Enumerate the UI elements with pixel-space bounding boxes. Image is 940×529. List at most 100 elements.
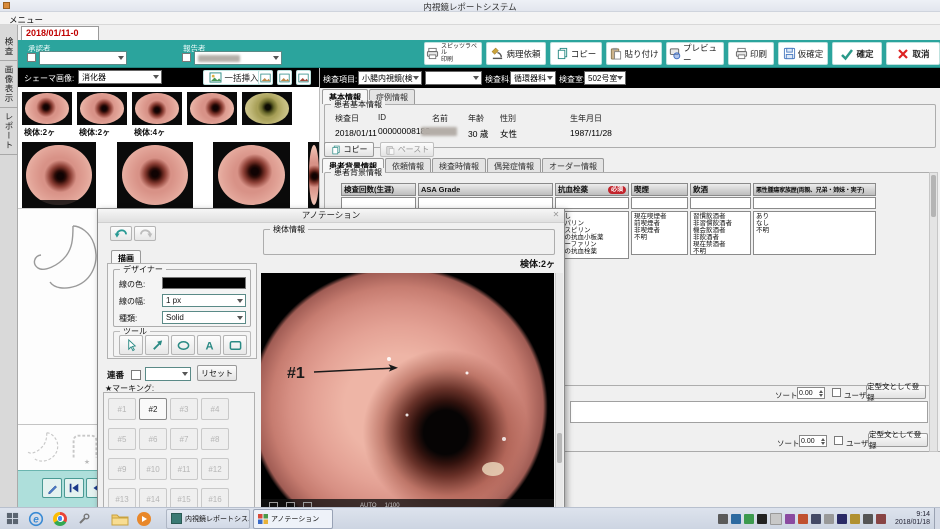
image-tool-button-2[interactable] (277, 70, 292, 85)
list-item[interactable]: 非習慣飲酒者 (693, 220, 748, 227)
spinner-arrows-icon[interactable] (821, 438, 825, 445)
exam-dept-select[interactable]: 循環器科 (510, 71, 556, 85)
tray-icon[interactable] (744, 514, 754, 524)
first-image-button[interactable] (64, 478, 84, 498)
side-tab[interactable]: 画像表示 (0, 61, 18, 108)
register-template-button[interactable]: 定型文として登録 (866, 385, 926, 399)
detail-tab[interactable]: 偶発症情報 (487, 158, 541, 173)
image-scrollbar[interactable] (555, 273, 563, 513)
scrollbar-thumb[interactable] (557, 433, 562, 463)
scrollbar-thumb[interactable] (931, 175, 936, 217)
line-color-swatch[interactable] (162, 277, 246, 289)
print-button[interactable]: 印刷 (728, 42, 774, 65)
register-template-button[interactable]: 定型文として登録 (868, 433, 928, 447)
list-item[interactable]: 不明 (693, 248, 748, 255)
user-only-checkbox[interactable] (834, 436, 843, 445)
column-filter-input[interactable] (631, 197, 688, 209)
tray-icon[interactable] (718, 514, 728, 524)
tray-icon[interactable] (785, 514, 795, 524)
sequence-select[interactable] (145, 367, 191, 381)
list-item[interactable]: アスピリン (558, 227, 626, 234)
marker-button[interactable]: #1 (108, 398, 136, 420)
list-item[interactable]: ワーファリン (558, 241, 626, 248)
arrow-tool-button[interactable] (145, 335, 169, 355)
list-item[interactable]: 習慣飲酒者 (693, 213, 748, 220)
sort-order-spinner[interactable]: 0.00 (799, 435, 827, 447)
paste-section-button[interactable]: ペースト (380, 142, 434, 157)
template-text-input[interactable] (570, 401, 928, 423)
line-width-select[interactable]: 1 px (162, 294, 246, 307)
document-tab[interactable]: 2018/01/11-0 (21, 26, 99, 40)
tray-icon[interactable] (837, 514, 847, 524)
list-item[interactable]: 前喫煙者 (634, 220, 685, 227)
select-tool-button[interactable] (119, 335, 143, 355)
rectangle-tool-button[interactable] (223, 335, 247, 355)
sort-order-spinner[interactable]: 0.00 (797, 387, 825, 399)
marker-button[interactable]: #10 (139, 458, 167, 480)
tray-icon[interactable] (731, 514, 741, 524)
list-item[interactable]: なし (756, 220, 873, 227)
taskbar-app-report[interactable]: 内視鏡レポートシス... (166, 509, 250, 529)
chrome-icon[interactable] (48, 509, 72, 529)
list-item[interactable]: 現在喫煙者 (634, 213, 685, 220)
thumbnail-endoscopy-2[interactable] (77, 92, 127, 125)
tray-icon[interactable] (770, 513, 782, 525)
tray-icon[interactable] (850, 514, 860, 524)
internet-explorer-icon[interactable]: e (24, 509, 48, 529)
tray-icon[interactable] (863, 514, 873, 524)
user-only-checkbox[interactable] (832, 388, 841, 397)
gallery-endoscopy-3[interactable] (213, 142, 290, 208)
list-item[interactable]: 現在禁酒者 (693, 241, 748, 248)
list-item[interactable]: 他の抗血小板薬 (558, 234, 626, 241)
reporter-select[interactable] (194, 51, 282, 65)
vertical-scrollbar[interactable] (929, 172, 938, 452)
marker-button[interactable]: #9 (108, 458, 136, 480)
list-item[interactable]: 不明 (634, 234, 685, 241)
list-item[interactable]: あり (756, 213, 873, 220)
annotation-image[interactable]: #1 AUTO 1/100 (261, 273, 554, 529)
cancel-button[interactable]: 取消 (886, 42, 940, 65)
line-type-select[interactable]: Solid (162, 311, 246, 324)
detail-tab[interactable]: 検査時情報 (432, 158, 486, 173)
gallery-endoscopy-1[interactable] (22, 142, 96, 208)
list-item[interactable]: 非飲酒者 (693, 234, 748, 241)
image-tool-button-1[interactable] (258, 70, 273, 85)
preview-button[interactable]: プレビュー (666, 42, 724, 65)
sequence-checkbox[interactable] (131, 370, 141, 380)
schema-select[interactable]: 消化器 (78, 70, 162, 84)
tray-icon[interactable] (757, 514, 767, 524)
gallery-endoscopy-4[interactable] (308, 142, 320, 208)
edit-annotation-button[interactable] (42, 478, 62, 498)
reset-button[interactable]: リセット (197, 365, 237, 381)
marker-button[interactable]: #8 (201, 428, 229, 450)
paste-button[interactable]: 貼り付け (606, 42, 662, 65)
undo-button[interactable] (110, 226, 132, 241)
text-tool-button[interactable]: A (197, 335, 221, 355)
stomach-mini-schema[interactable] (24, 429, 62, 467)
exam-item-select[interactable]: 小腸内視鏡(検 (358, 71, 422, 85)
pathology-request-button[interactable]: 病理依頼 (486, 42, 546, 65)
tools-icon[interactable] (72, 509, 96, 529)
thumbnail-endoscopy-1[interactable] (22, 92, 72, 125)
image-tool-button-3[interactable] (296, 70, 311, 85)
list-item[interactable]: 他の抗血栓薬 (558, 248, 626, 255)
batch-insert-button[interactable]: 一括挿入 (203, 70, 265, 85)
close-icon[interactable]: ✕ (550, 210, 562, 221)
redo-button[interactable] (134, 226, 156, 241)
column-filter-input[interactable] (555, 197, 629, 209)
side-tab[interactable]: レポート (0, 108, 18, 155)
marker-button[interactable]: #3 (170, 398, 198, 420)
marker-button[interactable]: #2 (139, 398, 167, 420)
annotation-titlebar[interactable]: アノテーション (98, 209, 564, 223)
reporter-checkbox[interactable] (182, 53, 191, 62)
approver-checkbox[interactable] (27, 53, 36, 62)
copy-section-button[interactable]: コピー (324, 142, 374, 157)
marker-button[interactable]: #11 (170, 458, 198, 480)
taskbar-app-annotation[interactable]: アノテーション (253, 509, 333, 529)
list-item[interactable]: ヘパリン (558, 220, 626, 227)
clock[interactable]: 9:14 2018/01/18 (895, 511, 930, 527)
marker-button[interactable]: #6 (139, 428, 167, 450)
ellipse-tool-button[interactable] (171, 335, 195, 355)
show-desktop-button[interactable] (934, 508, 940, 529)
temp-confirm-button[interactable]: 仮確定 (778, 42, 828, 65)
